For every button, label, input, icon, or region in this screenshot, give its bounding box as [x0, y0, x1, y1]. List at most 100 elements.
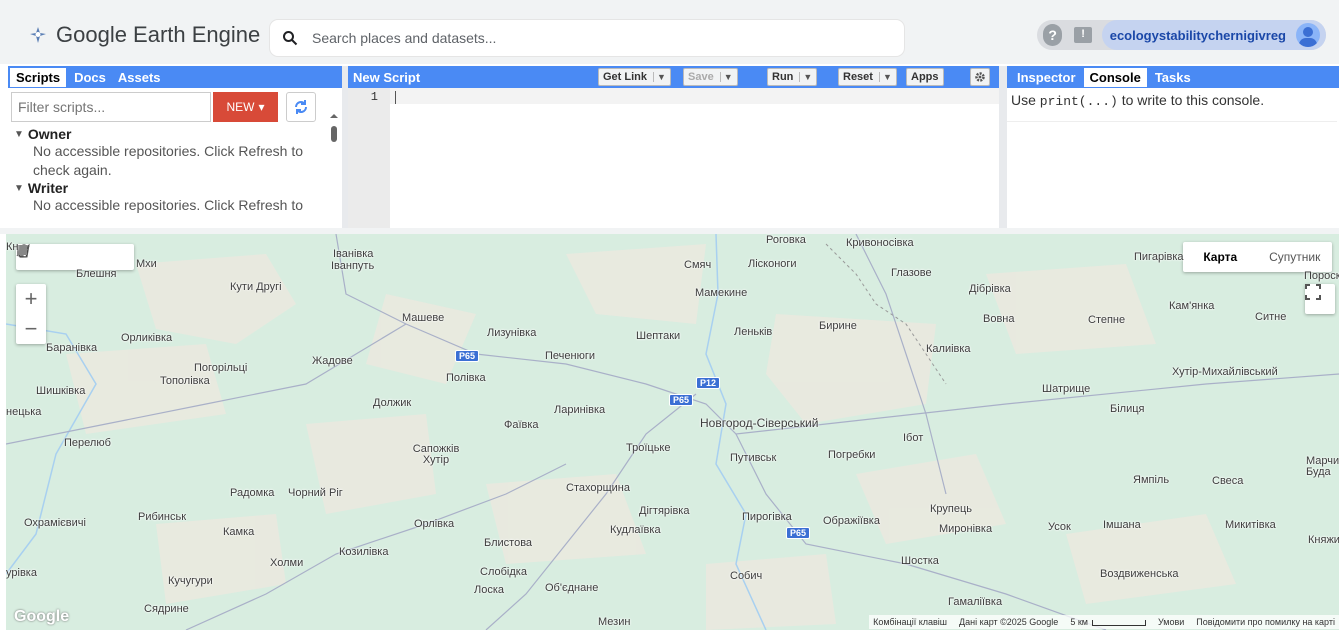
save-button[interactable]: Save ▼ — [683, 68, 738, 86]
map-place-label: Усок — [1048, 521, 1071, 533]
map-place-label: Вовна — [983, 313, 1015, 325]
map-place-label: Стахорщина — [566, 482, 630, 494]
rectangle-draw-icon[interactable] — [17, 245, 128, 266]
search-box[interactable] — [270, 20, 904, 56]
map-place-label: Орлівка — [414, 518, 455, 530]
map-place-label: Ображіївка — [823, 515, 880, 527]
map-place-label: Радомка — [230, 487, 275, 499]
product-logo[interactable]: Google Earth Engine — [28, 22, 260, 48]
map-place-label: Шатрище — [1042, 383, 1091, 395]
road-shield: P12 — [696, 377, 721, 389]
zoom-in-button[interactable]: + — [16, 284, 46, 314]
terms-link[interactable]: Умови — [1158, 617, 1184, 627]
feedback-icon[interactable] — [1074, 27, 1092, 43]
map-place-label: Мезин — [598, 616, 631, 628]
tab-console[interactable]: Console — [1083, 67, 1147, 87]
zoom-out-button[interactable]: − — [16, 314, 46, 344]
fullscreen-icon — [1305, 284, 1321, 300]
dropdown-arrow-icon[interactable]: ▼ — [653, 72, 666, 82]
apps-button[interactable]: Apps — [906, 68, 944, 86]
map-place-label: Імшана — [1103, 519, 1141, 531]
active-line[interactable] — [390, 88, 999, 104]
google-watermark[interactable]: Google — [14, 608, 69, 626]
scale-bar — [1091, 619, 1146, 626]
reset-label: Reset — [843, 71, 873, 83]
gear-icon — [975, 72, 985, 82]
map-place-label: Роговка — [766, 234, 806, 246]
run-button[interactable]: Run ▼ — [767, 68, 818, 86]
settings-button[interactable] — [970, 68, 990, 86]
code-editor-panel: New Script Get Link ▼ Save ▼ Run ▼ Reset ▼ A… — [348, 66, 999, 228]
map-place-label: Холми — [270, 557, 304, 569]
map-type-map-button[interactable]: Карта — [1183, 250, 1258, 264]
get-link-button[interactable]: Get Link ▼ — [598, 68, 671, 86]
map-place-label: Жадове — [312, 355, 353, 367]
map-place-label: Дігтярівка — [639, 505, 690, 517]
caret-down-icon: ▾ — [258, 100, 265, 114]
map-place-label: Микитівка — [1225, 519, 1276, 531]
map-place-label: Лісконоги — [748, 258, 797, 270]
map-place-label: Дібрівка — [969, 283, 1011, 295]
map-type-satellite-button[interactable]: Супутник — [1258, 250, 1333, 264]
tree-folder-owner[interactable]: ▼ Owner — [14, 126, 314, 142]
tab-tasks[interactable]: Tasks — [1149, 68, 1197, 87]
refresh-button[interactable] — [286, 92, 316, 122]
reset-button[interactable]: Reset ▼ — [838, 68, 897, 86]
user-account-button[interactable]: ecologystabilitychernigivreg — [1101, 20, 1326, 50]
dropdown-arrow-icon[interactable]: ▼ — [799, 72, 812, 82]
polygon-draw-icon[interactable] — [16, 244, 106, 266]
line-draw-icon[interactable] — [16, 245, 84, 266]
map-place-label: Хутір-Михайлівський — [1172, 366, 1278, 378]
tree-folder-writer[interactable]: ▼ Writer — [14, 180, 314, 196]
help-icon[interactable]: ? — [1043, 24, 1063, 46]
tab-inspector[interactable]: Inspector — [1011, 68, 1082, 87]
map-place-label: Пигарівка — [1134, 251, 1184, 263]
map-place-label: Бирине — [819, 320, 857, 332]
map-place-label: Слобідка — [480, 566, 527, 578]
map-place-label: Ібот — [903, 432, 924, 444]
map-place-label: Троїцьке — [626, 442, 671, 454]
dropdown-arrow-icon[interactable]: ▼ — [878, 72, 892, 82]
map-place-label: Іванпуть — [331, 260, 375, 272]
map-place-label: Ларинівка — [554, 404, 606, 416]
filter-scripts-input[interactable] — [11, 92, 211, 122]
report-error-link[interactable]: Повідомити про помилку на карті — [1196, 617, 1335, 627]
map-place-label: Кривоносівка — [846, 237, 914, 249]
marker-pin-icon[interactable] — [17, 245, 62, 266]
map-place-label: Полівка — [446, 372, 486, 384]
tree-empty-message: No accessible repositories. Click Refres… — [33, 143, 303, 178]
panel-resizer-right[interactable] — [999, 66, 1007, 228]
map-place-label: Баранівка — [46, 342, 98, 354]
account-area: ? ecologystabilitychernigivreg — [1037, 20, 1326, 50]
dropdown-arrow-icon[interactable]: ▼ — [719, 72, 733, 82]
map-place-label: урівка — [6, 567, 37, 579]
map-place-label: Ситне — [1255, 311, 1287, 323]
new-button[interactable]: NEW ▾ — [213, 92, 278, 122]
map-place-label: Кам'янка — [1169, 300, 1215, 312]
map-place-label: Марчихи Буда — [1306, 455, 1339, 478]
tree-empty-message: No accessible repositories. Click Refres… — [33, 197, 303, 213]
map-place-label: Рибинськ — [138, 511, 187, 523]
console-hint-suffix: to write to this console. — [1117, 92, 1265, 108]
map-view[interactable]: + − Карта Супутник Мхи Блешня Кути Другі… — [6, 234, 1339, 630]
keyboard-shortcuts-link[interactable]: Комбінації клавіш — [873, 617, 947, 627]
right-tab-bar: Inspector Console Tasks — [1007, 66, 1339, 88]
refresh-icon — [295, 100, 307, 114]
search-input[interactable] — [310, 29, 870, 47]
fullscreen-button[interactable] — [1305, 284, 1335, 314]
zoom-control: + − — [16, 284, 46, 344]
apps-label: Apps — [911, 71, 939, 83]
scale-control[interactable]: 5 км — [1070, 617, 1146, 627]
tab-docs[interactable]: Docs — [68, 68, 112, 87]
product-name: Google Earth Engine — [56, 22, 261, 47]
tab-scripts[interactable]: Scripts — [10, 67, 67, 87]
map-place-label: Сядрине — [144, 603, 189, 615]
tab-assets[interactable]: Assets — [112, 68, 167, 87]
map-place-label: Пирогівка — [742, 511, 792, 523]
map-place-label: Калиівка — [926, 343, 971, 355]
road-shield: P65 — [455, 350, 480, 362]
console-hint-prefix: Use — [1011, 92, 1040, 108]
scripts-scrollbar[interactable] — [328, 88, 340, 226]
tree-folder-label: Owner — [27, 126, 72, 142]
scripts-tree: ▼ Owner No accessible repositories. Click… — [14, 126, 314, 215]
